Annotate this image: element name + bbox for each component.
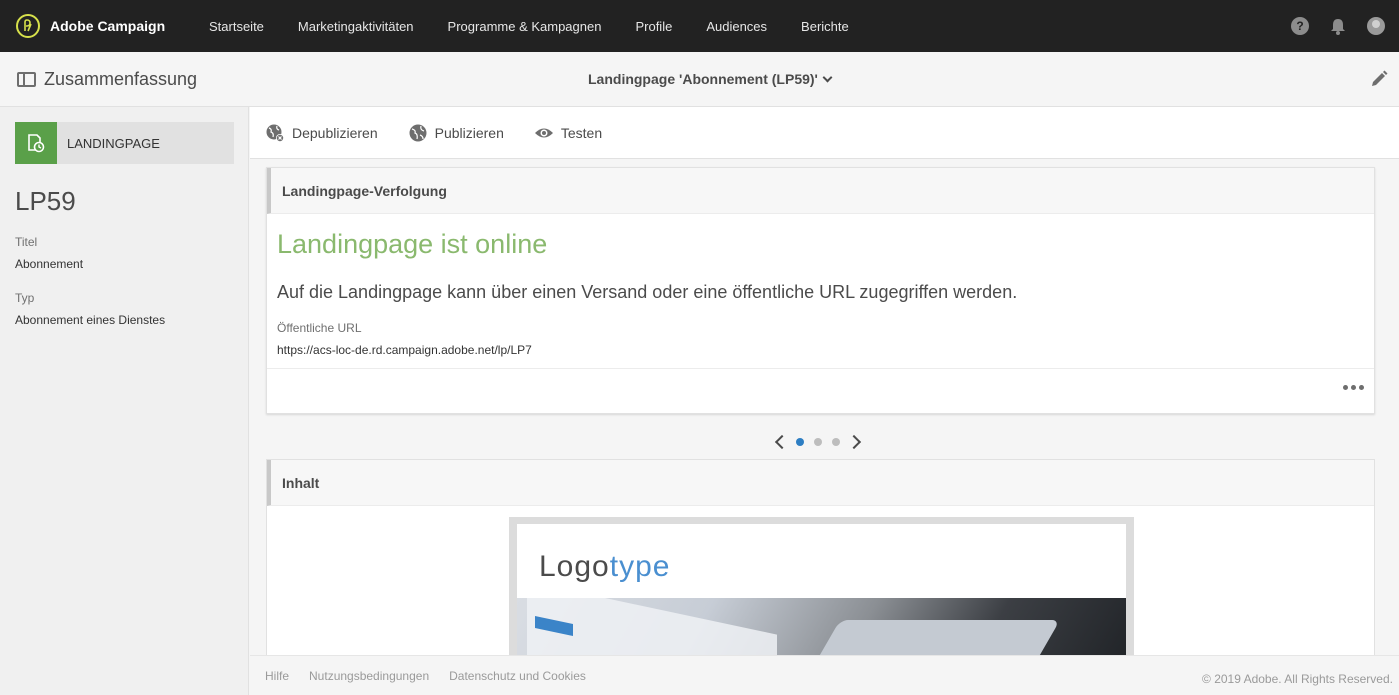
content-card-header: Inhalt: [267, 460, 1374, 506]
nav-item-marketingaktivitaeten[interactable]: Marketingaktivitäten: [281, 19, 431, 34]
landingpage-id: LP59: [15, 186, 76, 216]
copyright: © 2019 Adobe. All Rights Reserved.: [1202, 672, 1393, 686]
publish-button[interactable]: Publizieren: [408, 123, 504, 143]
carousel-dot-3[interactable]: [832, 438, 840, 446]
carousel-dots: [796, 438, 840, 446]
main-nav: Startseite Marketingaktivitäten Programm…: [192, 19, 866, 34]
carousel-dot-1[interactable]: [796, 438, 804, 446]
content-card: Inhalt Logotype: [266, 459, 1375, 684]
online-status-title: Landingpage ist online: [277, 229, 548, 259]
page-title: Landingpage 'Abonnement (LP59)': [588, 71, 818, 87]
tracking-card-footer: [267, 368, 1374, 414]
top-right-icons: ?: [1291, 0, 1385, 52]
unpublish-button[interactable]: Depublizieren: [265, 123, 378, 143]
card-carousel-nav: [770, 432, 870, 452]
page-title-dropdown[interactable]: Landingpage 'Abonnement (LP59)': [588, 71, 833, 87]
test-button[interactable]: Testen: [534, 123, 602, 143]
public-url-value[interactable]: https://acs-loc-de.rd.campaign.adobe.net…: [277, 343, 532, 357]
type-field-label: Typ: [15, 291, 35, 305]
brand[interactable]: Adobe Campaign: [0, 14, 190, 38]
notification-bell-icon[interactable]: [1329, 17, 1347, 35]
user-avatar-icon[interactable]: [1367, 17, 1385, 35]
tracking-card: Landingpage-Verfolgung Landingpage ist o…: [266, 167, 1375, 414]
page-header: Zusammenfassung Landingpage 'Abonnement …: [0, 52, 1399, 107]
online-status-description: Auf die Landingpage kann über einen Vers…: [277, 282, 1018, 302]
tracking-card-header: Landingpage-Verfolgung: [267, 168, 1374, 214]
summary-label: Zusammenfassung: [44, 69, 198, 89]
help-icon[interactable]: ?: [1291, 17, 1309, 35]
top-navigation-bar: Adobe Campaign Startseite Marketingaktiv…: [0, 0, 1399, 52]
footer-link-help[interactable]: Hilfe: [265, 669, 289, 683]
summary-panel: LANDINGPAGE LP59 Titel Abonnement Typ Ab…: [0, 107, 249, 695]
unpublish-label: Depublizieren: [292, 124, 378, 141]
footer-link-privacy[interactable]: Datenschutz und Cookies: [449, 669, 586, 683]
action-toolbar: Depublizieren Publizieren Testen: [250, 107, 1399, 159]
adobe-campaign-logo-icon: [16, 14, 40, 38]
preview-logotype: Logotype: [539, 550, 670, 584]
footer-link-terms[interactable]: Nutzungsbedingungen: [309, 669, 429, 683]
test-label: Testen: [560, 124, 603, 141]
eye-icon: [534, 128, 553, 137]
title-field-label: Titel: [15, 235, 38, 249]
edit-pencil-icon[interactable]: [1369, 69, 1389, 89]
more-options-icon[interactable]: [1343, 385, 1364, 390]
sidebar-panel-icon: [17, 72, 36, 87]
page-footer: Hilfe Nutzungsbedingungen Datenschutz un…: [250, 655, 1399, 695]
app-name: Adobe Campaign: [50, 18, 166, 34]
carousel-prev-icon[interactable]: [770, 432, 790, 452]
nav-item-berichte[interactable]: Berichte: [784, 19, 866, 34]
carousel-next-icon[interactable]: [846, 432, 866, 452]
globe-icon: [409, 124, 427, 141]
publish-label: Publizieren: [434, 124, 504, 141]
carousel-dot-2[interactable]: [814, 438, 822, 446]
landingpage-icon: [15, 122, 57, 164]
nav-item-profile[interactable]: Profile: [618, 19, 689, 34]
nav-item-audiences[interactable]: Audiences: [689, 19, 784, 34]
globe-remove-icon: [266, 124, 284, 142]
logotype-accent: type: [609, 550, 671, 583]
object-type-card: LANDINGPAGE: [15, 122, 234, 164]
logotype-main: Logo: [539, 550, 610, 583]
title-field-value: Abonnement: [15, 257, 84, 271]
chevron-down-icon: [822, 72, 833, 82]
nav-item-startseite[interactable]: Startseite: [192, 19, 281, 34]
content-preview[interactable]: Logotype: [509, 517, 1134, 684]
type-field-value: Abonnement eines Dienstes: [15, 313, 166, 327]
public-url-label: Öffentliche URL: [277, 321, 362, 335]
object-type-label: LANDINGPAGE: [67, 135, 160, 151]
summary-toggle-button[interactable]: Zusammenfassung: [17, 69, 197, 90]
nav-item-programme-kampagnen[interactable]: Programme & Kampagnen: [431, 19, 619, 34]
